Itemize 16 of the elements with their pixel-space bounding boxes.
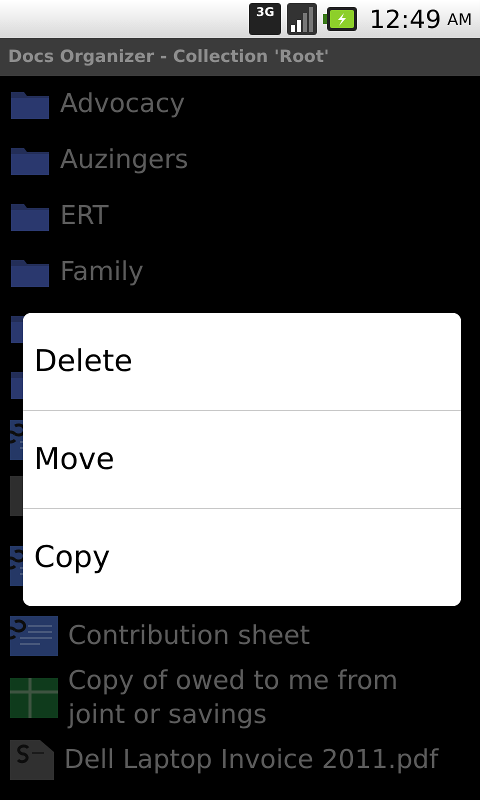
clock-time: 12:49 — [369, 4, 442, 34]
list-item[interactable]: Dell Laptop Invoice 2011.pdf — [64, 743, 438, 777]
list-item[interactable]: Advocacy — [60, 87, 186, 121]
list-item[interactable]: Family — [60, 255, 144, 289]
window-title: Docs Organizer - Collection 'Root' — [0, 38, 480, 76]
network-icon: 3G — [249, 3, 282, 35]
list-item[interactable]: Contribution sheet — [68, 619, 310, 653]
signal-icon — [287, 3, 318, 35]
spreadsheet-icon — [10, 678, 58, 718]
list-item[interactable]: Auzingers — [60, 143, 188, 177]
list-item[interactable]: ERT — [60, 199, 108, 233]
list-item[interactable]: Copy of owed to me from joint or savings — [68, 664, 440, 732]
clock-period: AM — [447, 10, 472, 28]
document-icon — [10, 740, 54, 780]
battery-icon — [323, 7, 358, 31]
document-icon — [10, 616, 58, 656]
